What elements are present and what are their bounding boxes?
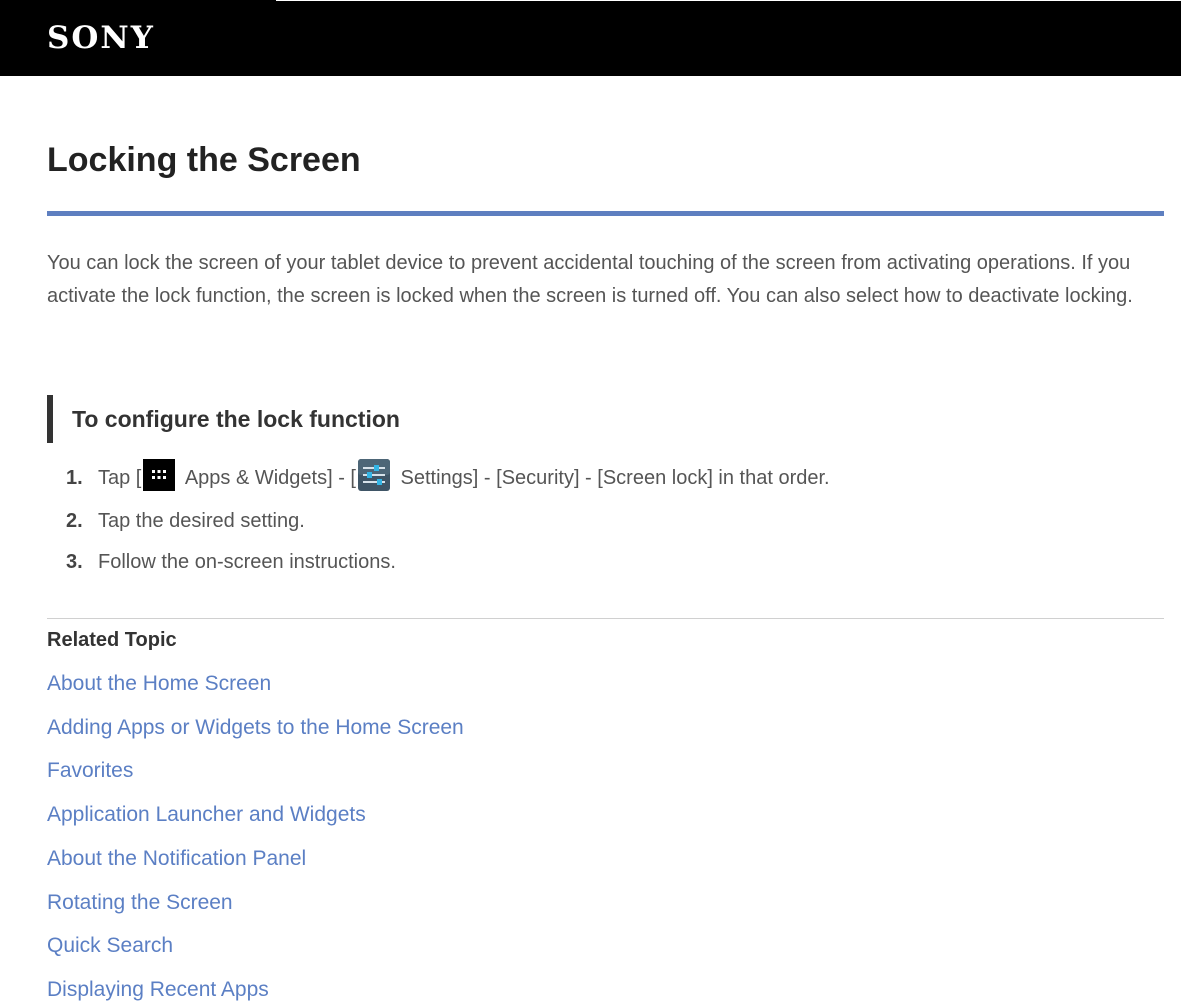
- related-topic-heading: Related Topic: [47, 629, 177, 651]
- step-number: 2.: [66, 510, 83, 532]
- step-number: 3.: [66, 551, 83, 573]
- related-link-recent-apps[interactable]: Displaying Recent Apps: [47, 976, 269, 1004]
- related-link-notification-panel[interactable]: About the Notification Panel: [47, 845, 306, 873]
- header-bar: SONY: [0, 0, 1181, 76]
- intro-paragraph: You can lock the screen of your tablet d…: [47, 252, 1133, 307]
- page-title: Locking the Screen: [47, 141, 361, 179]
- header-top-line: [276, 0, 1181, 1]
- related-link-adding-apps[interactable]: Adding Apps or Widgets to the Home Scree…: [47, 714, 464, 742]
- step-number: 1.: [66, 467, 83, 489]
- apps-grid-icon: [143, 459, 176, 491]
- related-link-quick-search[interactable]: Quick Search: [47, 932, 173, 960]
- step-text: Settings] - [Security] - [Screen lock] i…: [394, 467, 830, 489]
- section-marker-bar: [47, 395, 53, 443]
- step-1: 1. Tap [ Apps & Widgets] - [ Settings] - …: [66, 459, 830, 492]
- section-heading: To configure the lock function: [72, 406, 400, 432]
- step-text: Tap the desired setting.: [98, 510, 305, 532]
- related-link-favorites[interactable]: Favorites: [47, 757, 133, 785]
- title-underline: [47, 211, 1164, 216]
- settings-sliders-icon: [357, 459, 390, 491]
- step-text: Tap [: [98, 467, 142, 489]
- step-text: Apps & Widgets] - [: [180, 467, 356, 489]
- related-link-app-launcher[interactable]: Application Launcher and Widgets: [47, 801, 366, 829]
- step-text: Follow the on-screen instructions.: [98, 551, 396, 573]
- section-divider: [47, 618, 1164, 619]
- related-link-home-screen[interactable]: About the Home Screen: [47, 670, 271, 698]
- sony-logo[interactable]: SONY: [47, 20, 155, 56]
- related-link-rotating-screen[interactable]: Rotating the Screen: [47, 889, 233, 917]
- step-3: 3. Follow the on-screen instructions.: [66, 548, 396, 576]
- step-2: 2. Tap the desired setting.: [66, 507, 305, 535]
